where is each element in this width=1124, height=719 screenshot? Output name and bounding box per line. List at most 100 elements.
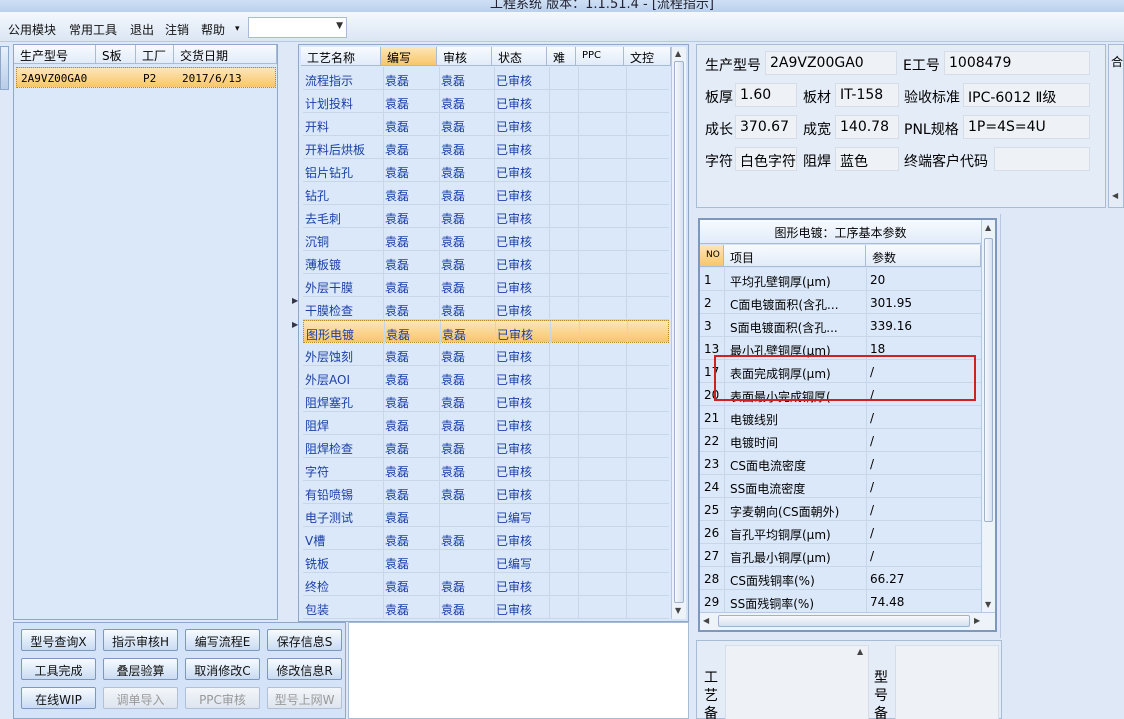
process-row[interactable]: 阻焊检查 袁磊 袁磊 已审核 [303, 435, 669, 458]
param-grid-hscroll-thumb[interactable] [718, 615, 970, 627]
process-row[interactable]: 电子测试 袁磊 已编写 [303, 504, 669, 527]
param-row[interactable]: 28 CS面残铜率(%) 66.27 [700, 567, 981, 590]
col-header-param[interactable]: 参数 [866, 245, 981, 266]
param-row[interactable]: 21 电镀线别 / [700, 406, 981, 429]
field-pnl-spec[interactable]: 1P=4S=4U [963, 115, 1090, 139]
process-row[interactable]: 外层蚀刻 袁磊 袁磊 已审核 [303, 343, 669, 366]
process-row[interactable]: 外层干膜 袁磊 袁磊 已审核 [303, 274, 669, 297]
process-row[interactable]: 计划投料 袁磊 袁磊 已审核 [303, 90, 669, 113]
scroll-up-icon[interactable]: ▲ [857, 647, 863, 656]
product-row-selected[interactable]: 2A9VZ00GA0 P2 2017/6/13 [16, 67, 276, 88]
menu-public-modules[interactable]: 公用模块 [8, 21, 56, 38]
action-button[interactable]: 调单导入 [103, 687, 178, 709]
action-button[interactable]: 编写流程E [185, 629, 260, 651]
process-row[interactable]: 流程指示 袁磊 袁磊 已审核 [303, 67, 669, 90]
param-row[interactable]: 23 CS面电流密度 / [700, 452, 981, 475]
action-button[interactable]: 工具完成 [21, 658, 96, 680]
field-width[interactable]: 140.78 [835, 115, 899, 139]
action-button[interactable]: 型号查询X [21, 629, 96, 651]
scroll-up-icon[interactable]: ▲ [985, 223, 991, 232]
menu-common-tools[interactable]: 常用工具 [69, 21, 117, 38]
param-grid-vscroll-thumb[interactable] [984, 238, 993, 522]
field-material[interactable]: IT-158 [835, 83, 899, 107]
action-button[interactable]: 指示审核H [103, 629, 178, 651]
param-grid-vscrollbar[interactable]: ▲ ▼ [981, 220, 995, 612]
param-row[interactable]: 24 SS面电流密度 / [700, 475, 981, 498]
process-grid-scroll-thumb[interactable] [674, 61, 684, 603]
col-header-status[interactable]: 状态 [492, 47, 547, 65]
model-note-field[interactable] [895, 645, 999, 719]
scroll-left-icon[interactable]: ◀ [703, 616, 709, 625]
param-row[interactable]: 2 C面电镀面积(含孔... 301.95 [700, 291, 981, 314]
param-row[interactable]: 3 S面电镀面积(含孔... 339.16 [700, 314, 981, 337]
scroll-down-icon[interactable]: ▼ [985, 600, 991, 609]
scroll-down-icon[interactable]: ▼ [675, 606, 681, 615]
col-header-edit[interactable]: 编写 [381, 47, 437, 65]
field-solder-mask[interactable]: 蓝色 [835, 147, 899, 171]
action-button[interactable]: 型号上网W [267, 687, 342, 709]
process-row[interactable]: 阻焊 袁磊 袁磊 已审核 [303, 412, 669, 435]
process-row[interactable]: 铝片钻孔 袁磊 袁磊 已审核 [303, 159, 669, 182]
splitter-arrow-icon[interactable]: ▶ [292, 296, 298, 305]
col-header-date[interactable]: 交货日期 [174, 45, 277, 63]
col-header-doc-control[interactable]: 文控 [624, 47, 671, 65]
process-row[interactable]: 开料 袁磊 袁磊 已审核 [303, 113, 669, 136]
process-row[interactable]: 薄板镀 袁磊 袁磊 已审核 [303, 251, 669, 274]
process-row[interactable]: 沉铜 袁磊 袁磊 已审核 [303, 228, 669, 251]
action-button[interactable]: 在线WIP [21, 687, 96, 709]
action-button[interactable]: 取消修改C [185, 658, 260, 680]
col-header-factory[interactable]: 工厂 [136, 45, 174, 63]
menu-combo-box[interactable]: ▼ [248, 17, 347, 38]
field-thickness[interactable]: 1.60 [735, 83, 797, 107]
field-character[interactable]: 白色字符 [735, 147, 797, 171]
param-row[interactable]: 25 字麦朝向(CS面朝外) / [700, 498, 981, 521]
menu-dropdown-icon[interactable]: ▾ [235, 24, 240, 34]
col-header-no[interactable]: NO [700, 245, 724, 266]
field-acceptance-standard[interactable]: IPC-6012 Ⅱ级 [963, 83, 1090, 107]
process-row[interactable]: 干膜检查 袁磊 袁磊 已审核 [303, 297, 669, 320]
field-length[interactable]: 370.67 [735, 115, 797, 139]
col-header-item[interactable]: 项目 [724, 245, 866, 266]
process-row[interactable]: 有铅喷锡 袁磊 袁磊 已审核 [303, 481, 669, 504]
process-row[interactable]: 字符 袁磊 袁磊 已审核 [303, 458, 669, 481]
scroll-up-icon[interactable]: ▲ [675, 49, 681, 58]
process-row[interactable]: 开料后烘板 袁磊 袁磊 已审核 [303, 136, 669, 159]
field-e-number[interactable]: 1008479 [944, 51, 1090, 75]
menu-help[interactable]: 帮助 [201, 21, 225, 38]
col-header-s[interactable]: S板 [96, 45, 136, 63]
scroll-left-icon[interactable]: ◀ [1112, 191, 1118, 200]
process-grid-scrollbar[interactable]: ▲ ▼ [671, 47, 686, 619]
col-header-process[interactable]: 工艺名称 [301, 47, 381, 65]
field-customer-code[interactable] [994, 147, 1090, 171]
param-grid-hscrollbar[interactable]: ◀ ▶ [700, 612, 995, 630]
process-row[interactable]: 阻焊塞孔 袁磊 袁磊 已审核 [303, 389, 669, 412]
param-row[interactable]: 27 盲孔最小铜厚(μm) / [700, 544, 981, 567]
process-row[interactable]: 终检 袁磊 袁磊 已审核 [303, 573, 669, 596]
col-header-review[interactable]: 审核 [437, 47, 492, 65]
action-button[interactable]: 修改信息R [267, 658, 342, 680]
process-row[interactable]: 铣板 袁磊 已编写 [303, 550, 669, 573]
param-row[interactable]: 26 盲孔平均铜厚(μm) / [700, 521, 981, 544]
param-row[interactable]: 22 电镀时间 / [700, 429, 981, 452]
action-button[interactable]: 保存信息S [267, 629, 342, 651]
action-button[interactable]: 叠层验算 [103, 658, 178, 680]
process-row[interactable]: V槽 袁磊 袁磊 已审核 [303, 527, 669, 550]
process-note-field[interactable] [725, 645, 869, 719]
param-row[interactable]: 1 平均孔壁铜厚(μm) 20 [700, 268, 981, 291]
process-row[interactable]: 钻孔 袁磊 袁磊 已审核 [303, 182, 669, 205]
chevron-down-icon[interactable]: ▼ [336, 21, 343, 31]
splitter-arrow-icon[interactable]: ▶ [292, 320, 298, 329]
menu-logout[interactable]: 注销 [165, 21, 189, 38]
scroll-right-icon[interactable]: ▶ [974, 616, 980, 625]
process-row[interactable]: 图形电镀 袁磊 袁磊 已审核 [303, 320, 669, 344]
menu-exit[interactable]: 退出 [130, 21, 154, 38]
col-header-ppc[interactable]: PPC [576, 47, 624, 65]
action-button[interactable]: PPC审核 [185, 687, 260, 709]
process-row[interactable]: 包装 袁磊 袁磊 已审核 [303, 596, 669, 619]
param-row[interactable]: 29 SS面残铜率(%) 74.48 [700, 590, 981, 613]
side-collapse-button[interactable] [0, 46, 9, 90]
col-header-difficulty[interactable]: 难 [547, 47, 576, 65]
field-model[interactable]: 2A9VZ00GA0 [765, 51, 897, 75]
col-header-model[interactable]: 生产型号 [14, 45, 96, 63]
process-row[interactable]: 外层AOI 袁磊 袁磊 已审核 [303, 366, 669, 389]
